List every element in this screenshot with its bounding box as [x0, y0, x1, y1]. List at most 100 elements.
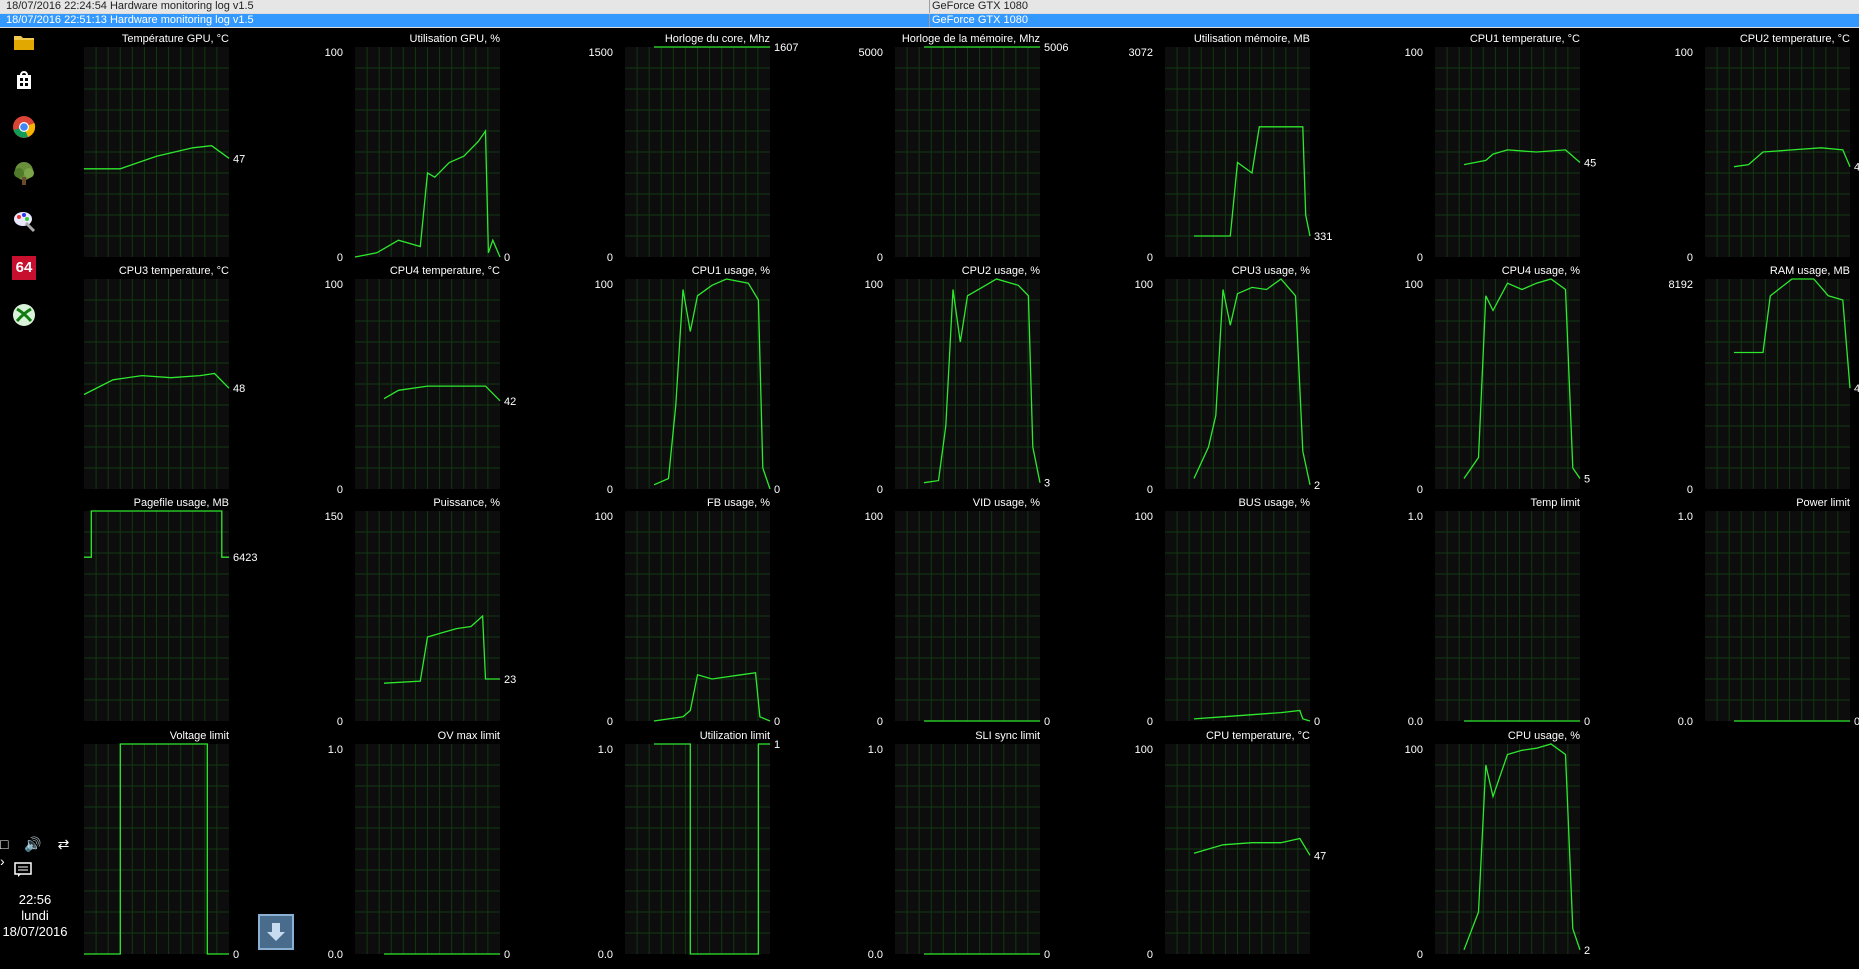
- graph-title: Utilisation GPU, %: [410, 33, 501, 45]
- graph-ymax: 100: [865, 511, 883, 523]
- graph-current-value: 0: [1044, 716, 1050, 728]
- graph-current-value: 48: [233, 383, 245, 395]
- log-list: 18/07/2016 22:24:54 Hardware monitoring …: [0, 0, 1859, 28]
- download-button[interactable]: [258, 914, 294, 950]
- aida64-icon[interactable]: 64: [10, 254, 38, 282]
- graph-ymin: 0: [877, 716, 883, 728]
- graph-ymin: 0.0: [1678, 716, 1693, 728]
- graph-ymax: 100: [865, 279, 883, 291]
- log-row-selected[interactable]: 18/07/2016 22:51:13 Hardware monitoring …: [0, 14, 1859, 27]
- paint-icon[interactable]: [10, 207, 38, 235]
- graph-current-value: 2: [1584, 945, 1590, 957]
- store-icon[interactable]: [10, 66, 38, 94]
- graph-ymin: 0: [337, 252, 343, 264]
- graph-current-value: 23: [504, 674, 516, 686]
- graph-title: CPU4 usage, %: [1502, 265, 1580, 277]
- graph-title: Utilization limit: [700, 730, 770, 742]
- arrow-down-icon: [267, 923, 285, 941]
- graph-ymax: 100: [1675, 47, 1693, 59]
- graph-title: Pagefile usage, MB: [134, 497, 229, 509]
- graph-ymax: 5000: [859, 47, 883, 59]
- clock-date: 18/07/2016: [2, 924, 68, 939]
- graph-current-value: 45: [1584, 158, 1596, 170]
- graph-title: BUS usage, %: [1238, 497, 1310, 509]
- graph-ymin: 0.0: [328, 949, 343, 961]
- graph-ymax: 100: [325, 47, 343, 59]
- graph-ymax: 1.0: [1408, 511, 1423, 523]
- graph-title: CPU3 usage, %: [1232, 265, 1310, 277]
- graph-ymin: 0: [1687, 484, 1693, 496]
- graph-current-value: 0: [1044, 949, 1050, 961]
- graph-ymin: 0.0: [598, 949, 613, 961]
- graph-current-value: 47: [1314, 850, 1326, 862]
- graph-ymax: 1.0: [1678, 511, 1693, 523]
- graph-ymin: 0: [1147, 484, 1153, 496]
- notification-icon[interactable]: [14, 862, 32, 881]
- log-row-gpu: GeForce GTX 1080: [929, 0, 1859, 13]
- graph-current-value: 4: [1854, 162, 1859, 174]
- graph-current-value: 0: [774, 484, 780, 496]
- clock-time: 22:56: [18, 892, 52, 907]
- graph-title: OV max limit: [438, 730, 500, 742]
- graph-ymin: 0: [877, 252, 883, 264]
- graph-ymin: 0: [607, 252, 613, 264]
- graph-title: Température GPU, °C: [122, 33, 229, 45]
- graph-ymin: 0: [607, 716, 613, 728]
- graph-current-value: 1607: [774, 42, 798, 54]
- aida64-label: 64: [12, 256, 36, 280]
- graph-title: Puissance, %: [433, 497, 500, 509]
- graph-ymax: 1500: [589, 47, 613, 59]
- log-row[interactable]: 18/07/2016 22:24:54 Hardware monitoring …: [0, 0, 1859, 13]
- graph-title: Utilisation mémoire, MB: [1194, 33, 1310, 45]
- graph-current-value: 1: [774, 739, 780, 751]
- graph-current-value: 5: [1584, 474, 1590, 486]
- chrome-icon[interactable]: [10, 113, 38, 141]
- graph-title: CPU usage, %: [1508, 730, 1580, 742]
- tree-app-icon[interactable]: [10, 160, 38, 188]
- graph-current-value: 2: [1314, 480, 1320, 492]
- graph-current-value: 0: [1854, 716, 1859, 728]
- graph-ymax: 100: [1405, 47, 1423, 59]
- graph-title: CPU3 temperature, °C: [119, 265, 229, 277]
- log-row-gpu: GeForce GTX 1080: [929, 14, 1859, 27]
- graph-ymax: 100: [1405, 279, 1423, 291]
- graph-ymin: 0: [1687, 252, 1693, 264]
- graph-ymax: 100: [1405, 744, 1423, 756]
- graph-canvas: Température GPU, °C 47 Utilisation GPU, % 1…: [83, 33, 1859, 961]
- clock[interactable]: 22:56 lundi 18/07/2016: [0, 892, 70, 940]
- graph-current-value: 42: [504, 396, 516, 408]
- tray-icons[interactable]: □ 🔊 ⇄ ›: [0, 836, 84, 869]
- graph-ymax: 150: [325, 511, 343, 523]
- graph-current-value: 0: [504, 949, 510, 961]
- graph-ymin: 0: [1417, 252, 1423, 264]
- graph-title: CPU1 temperature, °C: [1470, 33, 1580, 45]
- log-row-name: 18/07/2016 22:51:13 Hardware monitoring …: [6, 14, 254, 26]
- graph-ymin: 0: [607, 484, 613, 496]
- graph-ymin: 0: [1147, 252, 1153, 264]
- taskbar: 64 □ 🔊 ⇄ › 22:56 lundi 18/07/2016: [0, 28, 84, 964]
- graph-title: CPU temperature, °C: [1206, 730, 1310, 742]
- graph-ymax: 3072: [1129, 47, 1153, 59]
- graph-title: VID usage, %: [973, 497, 1040, 509]
- graph-area: Température GPU, °C 47 Utilisation GPU, % 1…: [0, 0, 1859, 964]
- graph-ymin: 0: [877, 484, 883, 496]
- graph-title: Horloge de la mémoire, Mhz: [902, 33, 1040, 45]
- graph-ymin: 0: [1147, 716, 1153, 728]
- graph-ymax: 100: [325, 279, 343, 291]
- graph-current-value: 0: [233, 949, 239, 961]
- graph-current-value: 0: [774, 716, 780, 728]
- graph-title: Horloge du core, Mhz: [665, 33, 770, 45]
- graph-ymin: 0: [337, 716, 343, 728]
- graph-title: Power limit: [1796, 497, 1850, 509]
- xbox-icon[interactable]: [10, 301, 38, 329]
- graph-title: CPU4 temperature, °C: [390, 265, 500, 277]
- graph-current-value: 47: [233, 153, 245, 165]
- graph-current-value: 6423: [233, 552, 257, 564]
- folder-icon[interactable]: [10, 28, 38, 56]
- graph-title: RAM usage, MB: [1770, 265, 1850, 277]
- log-row-name: 18/07/2016 22:24:54 Hardware monitoring …: [6, 0, 254, 12]
- clock-day: lundi: [21, 908, 49, 923]
- graph-ymin: 0: [1417, 949, 1423, 961]
- graph-current-value: 331: [1314, 231, 1332, 243]
- graph-ymin: 0: [1147, 949, 1153, 961]
